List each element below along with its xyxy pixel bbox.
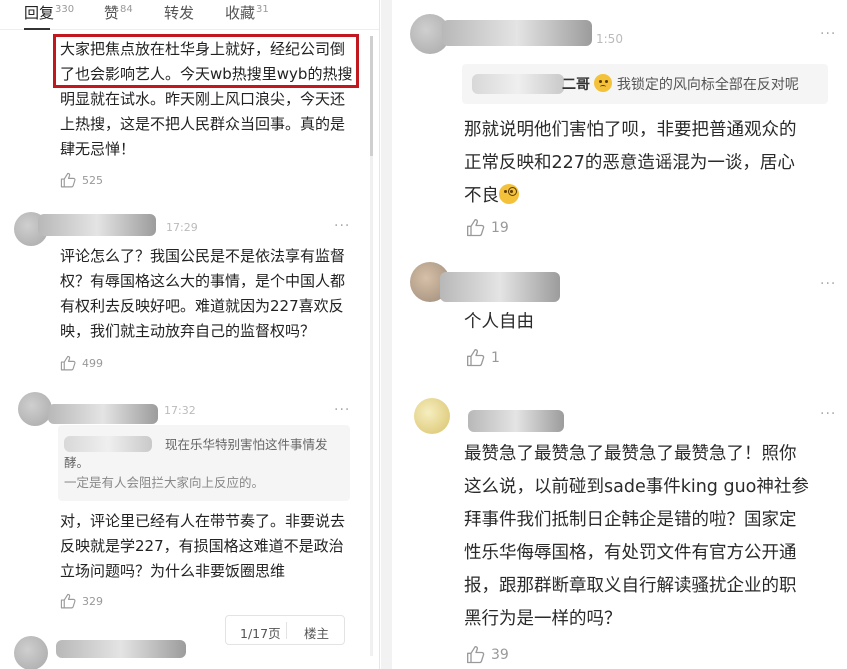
more-options-button[interactable]: ···: [334, 218, 350, 234]
avatar[interactable]: [414, 398, 450, 434]
pager-divider: [286, 622, 287, 639]
page-indicator-button[interactable]: 1/17页: [240, 623, 281, 642]
like-button[interactable]: 19: [466, 218, 509, 238]
blurred-quoted-username: [64, 436, 152, 452]
like-count: 39: [491, 647, 509, 663]
tab-replies-count: 330: [55, 4, 75, 15]
comment-time: 17:29: [166, 221, 198, 234]
like-count: 19: [491, 220, 509, 236]
quote-text: 酵。: [64, 455, 90, 470]
quote-line: 二哥 我锁定的风向标全部在反对呢: [562, 74, 832, 95]
comment-1-text: 大家把焦点放在杜华身上就好，经纪公司倒 了也会影响艺人。今天wb热搜里wyb的热…: [60, 37, 360, 162]
avatar[interactable]: [14, 636, 48, 669]
quoted-username: 二哥: [562, 77, 590, 93]
comment-line: 映，我们就主动放弃自己的监督权吗？: [60, 322, 316, 340]
comment-line: 最赞急了最赞急了最赞急了最赞急了！照你: [464, 444, 797, 464]
tab-replies[interactable]: 回复330: [24, 2, 74, 23]
thumbs-up-icon: [60, 593, 76, 609]
blurred-username[interactable]: [48, 404, 158, 424]
blurred-username[interactable]: [440, 272, 560, 302]
thumbs-up-icon: [467, 219, 485, 237]
comment-line: 评论怎么了？我国公民是不是依法享有监督: [60, 247, 346, 265]
comment-line: 大家把焦点放在杜华身上就好，经纪公司倒: [60, 40, 346, 58]
comment-line: 这么说，以前碰到sade事件king guo神社参: [464, 477, 809, 497]
blurred-username[interactable]: [38, 214, 156, 236]
monocle-face-icon: [499, 184, 519, 204]
panel-divider: [381, 0, 392, 669]
comment-line: 不良: [464, 186, 499, 206]
comment-line: 肆无忌惮！: [60, 140, 136, 158]
comment-line: 了也会影响艺人。今天wb热搜里wyb的热搜: [60, 65, 353, 83]
page-navigator: 1/17页 楼主: [225, 615, 345, 645]
thumbs-up-icon: [467, 646, 485, 664]
comment-line: 那就说明他们害怕了呗，非要把普通观众的: [464, 120, 797, 140]
comment-time: 1:50: [596, 32, 623, 46]
comment-line: 有权利去反映好吧。难道就因为227喜欢反: [60, 297, 344, 315]
avatar[interactable]: [18, 392, 52, 426]
comment-line: 上热搜，这是不把人民群众当回事。真的是: [60, 115, 346, 133]
tab-favorites-count: 31: [256, 4, 269, 15]
blurred-username[interactable]: [442, 20, 592, 46]
tab-favorites[interactable]: 收藏31: [225, 2, 269, 23]
comment-line: 黑行为是一样的吗？: [464, 609, 622, 629]
blurred-username[interactable]: [56, 640, 186, 658]
like-count: 525: [82, 174, 103, 187]
quote-text: 我锁定的风向标全部在反对呢: [616, 77, 799, 93]
comment-2-text: 评论怎么了？我国公民是不是依法享有监督 权？有辱国格这么大的事情，是个中国人都 …: [60, 244, 360, 344]
comment-3-text: 对，评论里已经有人在带节奏了。非要说去 反映就是学227，有损国格这难道不是政治…: [60, 509, 360, 584]
tab-likes[interactable]: 赞84: [104, 2, 133, 23]
more-options-button[interactable]: ···: [820, 276, 836, 292]
like-button[interactable]: 329: [60, 593, 103, 610]
comment-line: 明显就在试水。昨天刚上风口浪尖，今天还: [60, 90, 346, 108]
comment-line: 权？有辱国格这么大的事情，是个中国人都: [60, 272, 346, 290]
comment-line: 性乐华侮辱国格，有处罚文件有官方公开通: [464, 543, 797, 563]
comment-line: 对，评论里已经有人在带节奏了。非要说去: [60, 512, 346, 530]
comment-line: 正常反映和227的恶意造谣混为一谈，居心: [464, 153, 795, 173]
scrollbar-thumb[interactable]: [370, 36, 373, 156]
thumbs-up-icon: [60, 355, 76, 371]
thumbs-up-icon: [467, 349, 485, 367]
comment-time: 17:32: [164, 404, 196, 417]
comment-line: 拜事件我们抵制日企韩企是错的啦？国家定: [464, 510, 797, 530]
quote-text: 一定是有人会阻拦大家向上反应的。: [64, 475, 265, 490]
comment-c-text: 最赞急了最赞急了最赞急了最赞急了！照你 这么说，以前碰到sade事件king g…: [464, 438, 840, 636]
tab-reposts[interactable]: 转发: [164, 2, 194, 23]
more-options-button[interactable]: ···: [820, 406, 836, 422]
sad-face-icon: [594, 74, 613, 92]
thumbs-up-icon: [60, 172, 76, 188]
blurred-username[interactable]: [468, 410, 564, 432]
like-button[interactable]: 39: [466, 645, 509, 665]
like-count: 1: [491, 350, 500, 366]
comment-line: 立场问题吗？为什么非要饭圈思维: [60, 562, 286, 580]
like-button[interactable]: 1: [466, 348, 500, 368]
left-comment-panel: 回复330 赞84 转发 收藏31 大家把焦点放在杜华身上就好，经纪公司倒 了也…: [0, 0, 380, 669]
more-options-button[interactable]: ···: [820, 26, 836, 42]
like-count: 329: [82, 595, 103, 608]
comment-b-text: 个人自由: [464, 306, 840, 339]
right-comment-panel: 1:50 ··· 二哥 我锁定的风向标全部在反对呢 那就说明他们害怕了呗，非要把…: [392, 0, 847, 669]
comment-a-text: 那就说明他们害怕了呗，非要把普通观众的 正常反映和227的恶意造谣混为一谈，居心…: [464, 114, 840, 213]
like-button[interactable]: 525: [60, 172, 103, 189]
more-options-button[interactable]: ···: [334, 402, 350, 418]
comment-line: 报，跟那群断章取义自行解读骚扰企业的职: [464, 576, 797, 596]
comment-line: 个人自由: [464, 312, 534, 332]
blurred-quoted-username: [472, 74, 564, 94]
owner-only-button[interactable]: 楼主: [304, 623, 329, 642]
like-count: 499: [82, 357, 103, 370]
tab-likes-count: 84: [120, 4, 133, 15]
like-button[interactable]: 499: [60, 355, 103, 372]
quote-text: 现在乐华特别害怕这件事情发: [165, 437, 328, 452]
tab-bar: 回复330 赞84 转发 收藏31: [0, 0, 379, 30]
active-tab-indicator: [24, 28, 50, 30]
comment-line: 反映就是学227，有损国格这难道不是政治: [60, 537, 344, 555]
